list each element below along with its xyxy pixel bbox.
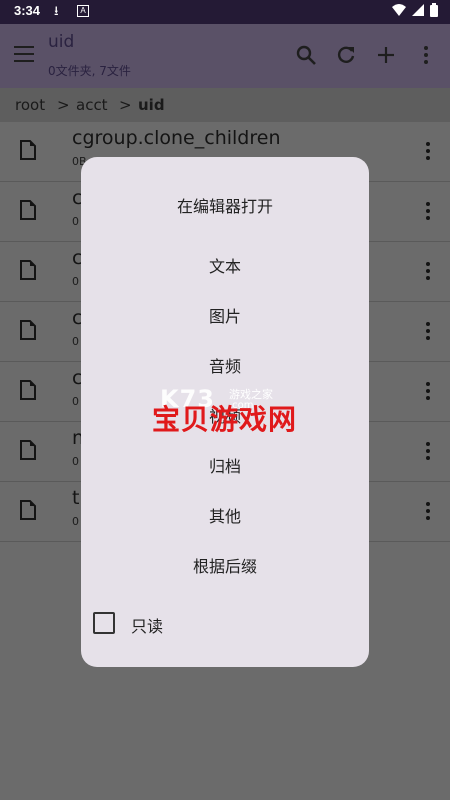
- option-text[interactable]: 文本: [81, 253, 369, 277]
- file-more-icon[interactable]: [426, 322, 432, 343]
- file-icon: [20, 500, 36, 520]
- file-more-icon[interactable]: [426, 202, 432, 223]
- file-icon: [20, 440, 36, 460]
- option-other[interactable]: 其他: [81, 503, 369, 527]
- file-icon: [20, 200, 36, 220]
- file-icon: [20, 140, 36, 160]
- file-icon: [20, 320, 36, 340]
- breadcrumb: root > acct > uid: [0, 88, 450, 122]
- app-notification-icon: A: [77, 5, 89, 17]
- file-more-icon[interactable]: [426, 442, 432, 463]
- dialog-title: 在编辑器打开: [176, 197, 273, 216]
- file-name: cgroup.clone_children: [72, 127, 281, 149]
- option-by-extension[interactable]: 根据后缀: [81, 553, 369, 577]
- app-bar: uid 0文件夹, 7文件: [0, 24, 450, 88]
- breadcrumb-acct[interactable]: acct: [76, 96, 108, 114]
- status-icons: [392, 3, 438, 17]
- file-meta: 0: [72, 395, 79, 408]
- add-icon[interactable]: [374, 44, 398, 68]
- page-title: uid: [48, 32, 75, 52]
- wifi-icon: [392, 4, 406, 16]
- file-meta: 0: [72, 515, 79, 528]
- file-more-icon[interactable]: [426, 142, 432, 163]
- menu-icon[interactable]: [14, 46, 34, 64]
- breadcrumb-root[interactable]: root: [15, 96, 45, 114]
- file-icon: [20, 260, 36, 280]
- page-subtitle: 0文件夹, 7文件: [48, 64, 131, 78]
- readonly-label: 只读: [131, 617, 164, 636]
- file-meta: 0: [72, 455, 79, 468]
- status-bar: 3:34 ⭳ A: [0, 0, 450, 24]
- file-name: t: [72, 487, 80, 509]
- more-options-icon[interactable]: [414, 44, 438, 68]
- breadcrumb-separator: >: [57, 96, 70, 114]
- option-image[interactable]: 图片: [81, 303, 369, 327]
- signal-icon: [412, 4, 424, 16]
- file-icon: [20, 380, 36, 400]
- readonly-checkbox[interactable]: [93, 612, 115, 634]
- file-more-icon[interactable]: [426, 262, 432, 283]
- file-meta: 0: [72, 335, 79, 348]
- file-meta: 0: [72, 275, 79, 288]
- file-more-icon[interactable]: [426, 382, 432, 403]
- option-audio[interactable]: 音频: [81, 353, 369, 377]
- watermark-cn: 宝贝游戏网: [152, 403, 298, 436]
- file-meta: 0: [72, 215, 79, 228]
- option-archive[interactable]: 归档: [81, 453, 369, 477]
- file-more-icon[interactable]: [426, 502, 432, 523]
- download-icon: ⭳: [54, 3, 59, 18]
- breadcrumb-separator: >: [119, 96, 132, 114]
- battery-icon: [430, 3, 438, 17]
- status-time: 3:34: [14, 3, 41, 18]
- search-icon[interactable]: [294, 44, 318, 68]
- refresh-icon[interactable]: [334, 44, 358, 68]
- breadcrumb-current[interactable]: uid: [138, 96, 165, 114]
